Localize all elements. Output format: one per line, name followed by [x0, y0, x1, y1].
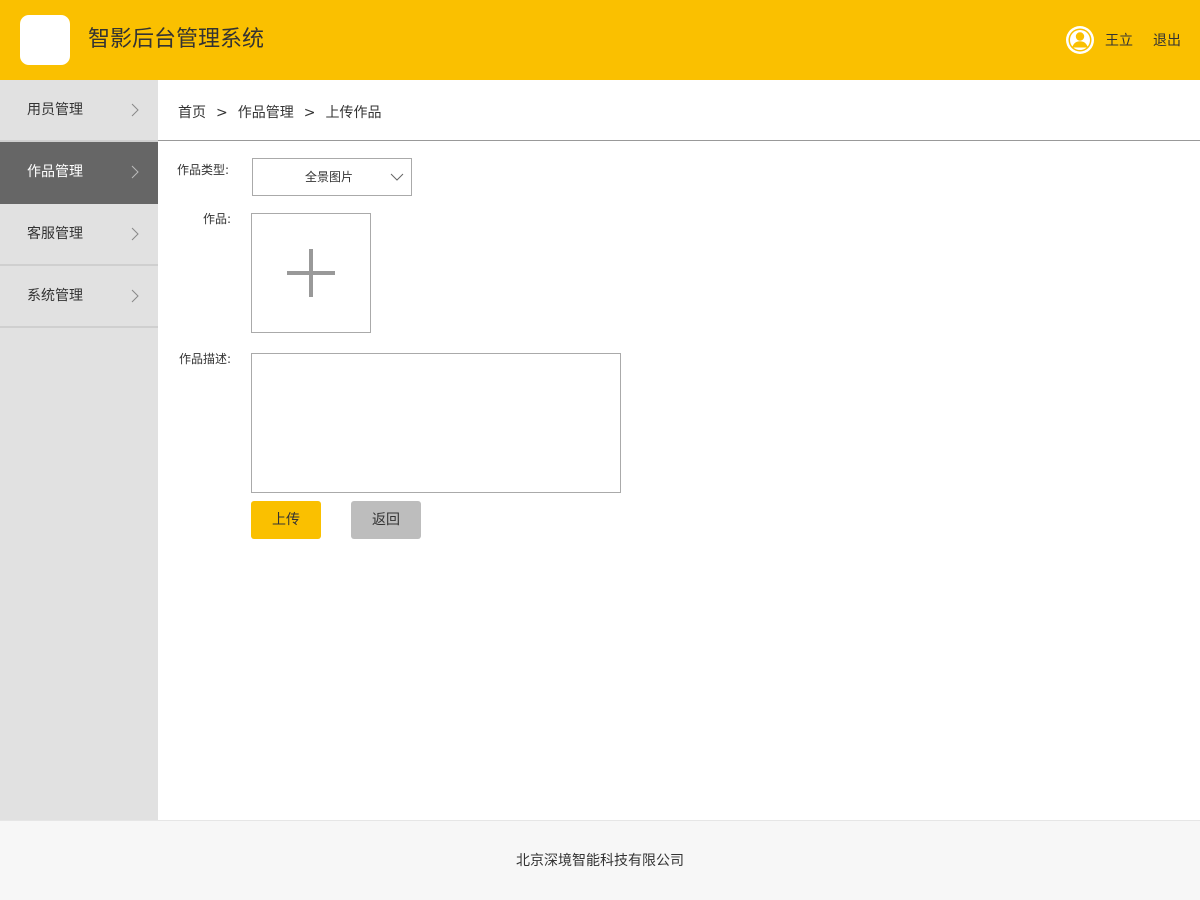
sidebar-item-customer-service[interactable]: 客服管理 — [0, 204, 158, 266]
work-label: 作品: — [203, 212, 232, 226]
sidebar-item-label: 用员管理 — [27, 102, 83, 118]
logout-link[interactable]: 退出 — [1153, 31, 1181, 51]
user-avatar-icon[interactable] — [1066, 26, 1094, 54]
work-type-select[interactable]: 全景图片 — [252, 158, 412, 196]
sidebar-item-works[interactable]: 作品管理 — [0, 142, 158, 204]
plus-icon — [287, 249, 335, 297]
footer: 北京深境智能科技有限公司 — [0, 820, 1200, 900]
breadcrumb-current: 上传作品 — [325, 105, 382, 121]
breadcrumb-divider — [158, 140, 1200, 141]
sidebar-item-system[interactable]: 系统管理 — [0, 266, 158, 328]
breadcrumb-separator: > — [216, 105, 228, 121]
chevron-right-icon — [131, 165, 139, 179]
work-description-label: 作品描述: — [179, 352, 232, 366]
back-button[interactable]: 返回 — [351, 501, 421, 539]
work-type-value: 全景图片 — [304, 170, 353, 184]
breadcrumb-separator: > — [303, 105, 316, 121]
footer-company-name: 北京深境智能科技有限公司 — [516, 853, 684, 869]
app-logo[interactable] — [20, 15, 70, 65]
user-name[interactable]: 王立 — [1105, 31, 1133, 51]
sidebar-item-members[interactable]: 用员管理 — [0, 80, 158, 142]
work-description-input[interactable] — [251, 353, 621, 493]
work-type-label: 作品类型: — [177, 163, 230, 177]
work-upload-area[interactable] — [251, 213, 371, 333]
app-title: 智影后台管理系统 — [88, 27, 265, 52]
sidebar: 用员管理 作品管理 客服管理 系统管理 — [0, 80, 158, 820]
breadcrumb-works[interactable]: 作品管理 — [238, 105, 294, 121]
sidebar-item-label: 作品管理 — [27, 164, 83, 180]
chevron-right-icon — [131, 227, 139, 241]
chevron-right-icon — [131, 289, 139, 303]
chevron-right-icon — [131, 103, 139, 117]
upload-button[interactable]: 上传 — [251, 501, 321, 539]
breadcrumb-home[interactable]: 首页 — [178, 105, 206, 121]
sidebar-item-label: 系统管理 — [27, 288, 83, 304]
chevron-down-icon — [390, 173, 404, 181]
sidebar-item-label: 客服管理 — [27, 226, 83, 242]
breadcrumb: 首页 > 作品管理 > 上传作品 — [178, 103, 381, 123]
top-header: 智影后台管理系统 王立 退出 — [0, 0, 1200, 80]
